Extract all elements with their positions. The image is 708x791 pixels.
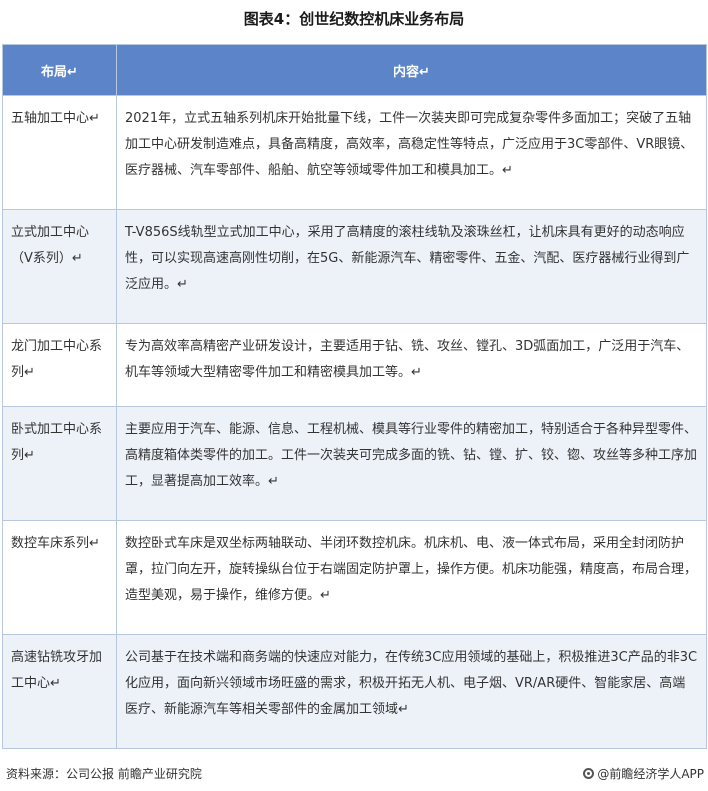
row-content-cell: 2021年，立式五轴系列机床开始批量下线，工件一次装夹即可完成复杂零件多面加工；… (116, 95, 707, 210)
circle-logo-icon (583, 768, 595, 779)
table-header-row: 布局↵ 内容↵ (2, 44, 707, 96)
row-layout-cell: 高速钻铣攻牙加工中心↵ (2, 634, 117, 749)
table-row: 立式加工中心（V系列）↵ T-V856S线轨型立式加工中心，采用了高精度的滚柱线… (2, 209, 707, 324)
table-row: 五轴加工中心↵ 2021年，立式五轴系列机床开始批量下线，工件一次装夹即可完成复… (2, 95, 707, 210)
row-layout-cell: 立式加工中心（V系列）↵ (2, 209, 117, 324)
row-layout-cell: 五轴加工中心↵ (2, 95, 117, 210)
table-row: 数控车床系列↵ 数控卧式车床是双坐标两轴联动、半闭环数控机床。机床机、电、液一体… (2, 520, 707, 635)
table-row: 卧式加工中心系列↵ 主要应用于汽车、能源、信息、工程机械、模具等行业零件的精密加… (2, 406, 707, 521)
header-content: 内容↵ (116, 44, 707, 96)
brand-text: @前瞻经济学人APP (597, 767, 704, 781)
brand-credit: @前瞻经济学人APP (583, 765, 704, 782)
row-content-cell: 专为高效率高精密产业研发设计，主要适用于钻、铣、攻丝、镗孔、3D弧面加工，广泛用… (116, 323, 707, 407)
row-content-cell: 公司基于在技术端和商务端的快速应对能力，在传统3C应用领域的基础上，积极推进3C… (116, 634, 707, 749)
header-layout: 布局↵ (2, 44, 117, 96)
row-layout-cell: 龙门加工中心系列↵ (2, 323, 117, 407)
business-layout-table: 布局↵ 内容↵ 五轴加工中心↵ 2021年，立式五轴系列机床开始批量下线，工件一… (2, 44, 707, 749)
row-content-cell: T-V856S线轨型立式加工中心，采用了高精度的滚柱线轨及滚珠丝杠，让机床具有更… (116, 209, 707, 324)
row-content-cell: 数控卧式车床是双坐标两轴联动、半闭环数控机床。机床机、电、液一体式布局，采用全封… (116, 520, 707, 635)
row-layout-cell: 数控车床系列↵ (2, 520, 117, 635)
row-content-cell: 主要应用于汽车、能源、信息、工程机械、模具等行业零件的精密加工，特别适合于各种异… (116, 406, 707, 521)
source-note: 资料来源：公司公报 前瞻产业研究院 (6, 767, 202, 781)
page-title: 图表4：创世纪数控机床业务布局 (243, 10, 465, 28)
table-row: 高速钻铣攻牙加工中心↵ 公司基于在技术端和商务端的快速应对能力，在传统3C应用领… (2, 634, 707, 749)
table-row: 龙门加工中心系列↵ 专为高效率高精密产业研发设计，主要适用于钻、铣、攻丝、镗孔、… (2, 323, 707, 407)
row-layout-cell: 卧式加工中心系列↵ (2, 406, 117, 521)
